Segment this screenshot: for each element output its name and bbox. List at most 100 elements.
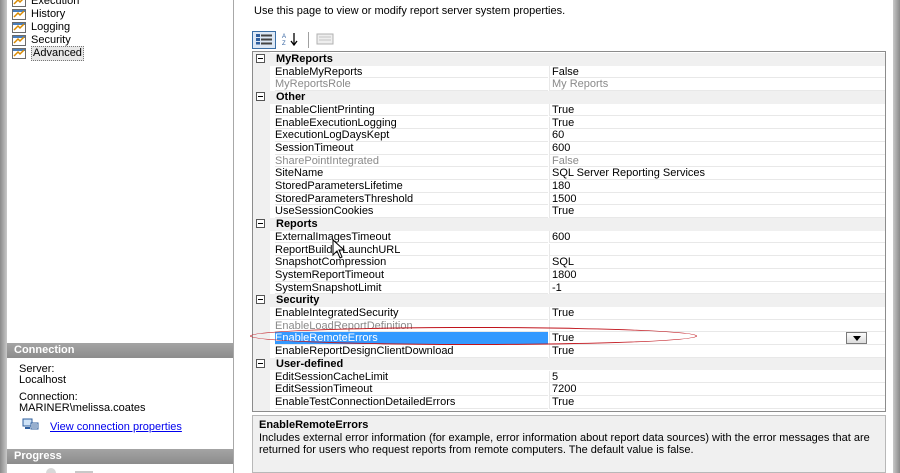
property-row[interactable]: EnableIntegratedSecurity True xyxy=(253,307,885,320)
nav-item-history[interactable]: History xyxy=(12,8,84,21)
property-row[interactable]: EnableExecutionLogging True xyxy=(253,116,885,130)
property-value[interactable]: True xyxy=(549,103,885,117)
category-row[interactable]: Reports xyxy=(253,218,885,231)
property-row[interactable]: SystemReportTimeout 1800 xyxy=(253,268,885,282)
property-row[interactable]: SiteName SQL Server Reporting Services xyxy=(253,167,885,180)
property-row[interactable]: EnableClientPrinting True xyxy=(253,103,885,117)
property-pages-icon xyxy=(316,33,334,48)
property-name[interactable]: ExternalImagesTimeout xyxy=(275,231,548,244)
property-grid-toolbar: AZ xyxy=(252,31,340,49)
nav-item-label: Execution xyxy=(31,0,80,7)
collapse-toggle-icon[interactable] xyxy=(256,54,265,63)
property-value[interactable]: 1500 xyxy=(549,192,885,206)
view-connection-properties-link[interactable]: View connection properties xyxy=(22,418,182,435)
property-name[interactable]: EnableRemoteErrors xyxy=(275,332,548,346)
property-description-panel: EnableRemoteErrors Includes external err… xyxy=(252,415,886,473)
property-value[interactable]: 1800 xyxy=(549,268,885,282)
collapse-toggle-icon[interactable] xyxy=(256,219,265,229)
category-row[interactable]: Other xyxy=(253,91,885,104)
property-row[interactable]: EnableTestConnectionDetailedErrors True xyxy=(253,395,885,409)
nav-item-execution[interactable]: Execution xyxy=(12,0,84,8)
property-name[interactable]: StoredParametersThreshold xyxy=(275,193,548,206)
property-value[interactable]: True xyxy=(549,345,885,358)
category-row[interactable]: MyReports xyxy=(253,53,885,66)
property-row[interactable]: StoredParametersThreshold 1500 xyxy=(253,192,885,206)
property-value[interactable]: SQL xyxy=(549,256,885,269)
nav-item-logging[interactable]: Logging xyxy=(12,21,84,34)
property-name[interactable]: EnableReportDesignClientDownload xyxy=(275,345,548,358)
property-row[interactable]: SystemSnapshotLimit -1 xyxy=(253,281,885,295)
property-pages-button[interactable] xyxy=(313,31,337,49)
property-value[interactable]: SQL Server Reporting Services xyxy=(549,167,885,180)
property-value[interactable]: True xyxy=(549,332,885,346)
property-name[interactable]: ExecutionLogDaysKept xyxy=(275,129,548,142)
property-value[interactable]: 600 xyxy=(549,230,885,244)
property-value[interactable]: True xyxy=(549,116,885,130)
alphabetical-button[interactable]: AZ xyxy=(279,31,303,49)
property-name[interactable]: EditSessionTimeout xyxy=(275,383,548,396)
right-pane: Use this page to view or modify report s… xyxy=(234,0,893,473)
property-value[interactable]: 5 xyxy=(549,370,885,384)
property-row[interactable]: EditSessionTimeout 7200 xyxy=(253,383,885,396)
property-name[interactable]: SessionTimeout xyxy=(275,142,548,155)
property-value[interactable]: 7200 xyxy=(549,383,885,396)
property-row[interactable]: EditSessionCacheLimit 5 xyxy=(253,370,885,384)
property-row[interactable]: EnableReportDesignClientDownload True xyxy=(253,345,885,358)
property-value[interactable]: -1 xyxy=(549,281,885,295)
property-row[interactable]: SessionTimeout 600 xyxy=(253,141,885,155)
property-row[interactable]: ExternalImagesTimeout 600 xyxy=(253,230,885,244)
page-icon xyxy=(12,9,26,20)
collapse-toggle-icon[interactable] xyxy=(256,358,265,368)
categorized-button[interactable] xyxy=(252,31,276,49)
property-name[interactable]: EnableIntegratedSecurity xyxy=(275,307,548,320)
collapse-toggle-icon[interactable] xyxy=(256,92,265,102)
property-name[interactable]: SystemReportTimeout xyxy=(275,269,548,282)
property-name[interactable]: SnapshotCompression xyxy=(275,256,548,269)
property-value[interactable]: False xyxy=(549,65,885,79)
category-name: MyReports xyxy=(276,53,333,65)
property-value[interactable]: True xyxy=(549,205,885,219)
category-row[interactable]: User-defined xyxy=(253,357,885,371)
property-value[interactable]: 60 xyxy=(549,129,885,142)
value-dropdown-button[interactable] xyxy=(846,332,867,345)
property-name[interactable]: ReportBuilderLaunchURL xyxy=(275,244,548,257)
property-value[interactable]: 600 xyxy=(549,141,885,155)
property-name[interactable]: SystemSnapshotLimit xyxy=(275,282,548,295)
property-name[interactable]: MyReportsRole xyxy=(275,78,548,92)
property-row[interactable]: StoredParametersLifetime 180 xyxy=(253,180,885,193)
property-name[interactable]: UseSessionCookies xyxy=(275,205,548,219)
view-connection-link-text[interactable]: View connection properties xyxy=(50,421,182,433)
property-row[interactable]: MyReportsRole My Reports xyxy=(253,78,885,92)
category-name: Security xyxy=(276,294,320,307)
page-icon xyxy=(12,48,26,59)
property-name[interactable]: EditSessionCacheLimit xyxy=(275,371,548,384)
property-row[interactable]: ExecutionLogDaysKept 60 xyxy=(253,129,885,142)
property-value: My Reports xyxy=(549,78,885,92)
nav-item-advanced[interactable]: Advanced xyxy=(12,46,84,61)
property-row[interactable]: EnableLoadReportDefinition xyxy=(253,319,885,333)
property-row[interactable]: SnapshotCompression SQL xyxy=(253,256,885,269)
property-row[interactable]: EnableMyReports False xyxy=(253,65,885,79)
property-name[interactable]: EnableLoadReportDefinition xyxy=(275,320,548,333)
property-row[interactable]: ReportBuilderLaunchURL xyxy=(253,243,885,257)
property-row[interactable]: EnableRemoteErrors True xyxy=(253,332,885,346)
property-row[interactable]: SharePointIntegrated False xyxy=(253,154,885,168)
property-name[interactable]: SiteName xyxy=(275,167,548,180)
property-name[interactable]: StoredParametersLifetime xyxy=(275,180,548,193)
property-name[interactable]: EnableExecutionLogging xyxy=(275,117,548,130)
property-row[interactable]: UseSessionCookies True xyxy=(253,205,885,219)
property-value[interactable] xyxy=(549,243,885,257)
collapse-toggle-icon[interactable] xyxy=(256,295,265,305)
property-name[interactable]: EnableMyReports xyxy=(275,66,548,79)
svg-text:Z: Z xyxy=(282,41,286,46)
property-name[interactable]: EnableClientPrinting xyxy=(275,104,548,117)
category-name: User-defined xyxy=(276,357,344,370)
property-name[interactable]: EnableTestConnectionDetailedErrors xyxy=(275,396,548,409)
property-value[interactable]: True xyxy=(549,395,885,409)
svg-text:A: A xyxy=(282,34,286,40)
property-value[interactable]: True xyxy=(549,307,885,320)
category-name: Other xyxy=(276,91,306,104)
category-row[interactable]: Security xyxy=(253,294,885,307)
property-value[interactable]: 180 xyxy=(549,180,885,193)
property-name[interactable]: SharePointIntegrated xyxy=(275,155,548,168)
